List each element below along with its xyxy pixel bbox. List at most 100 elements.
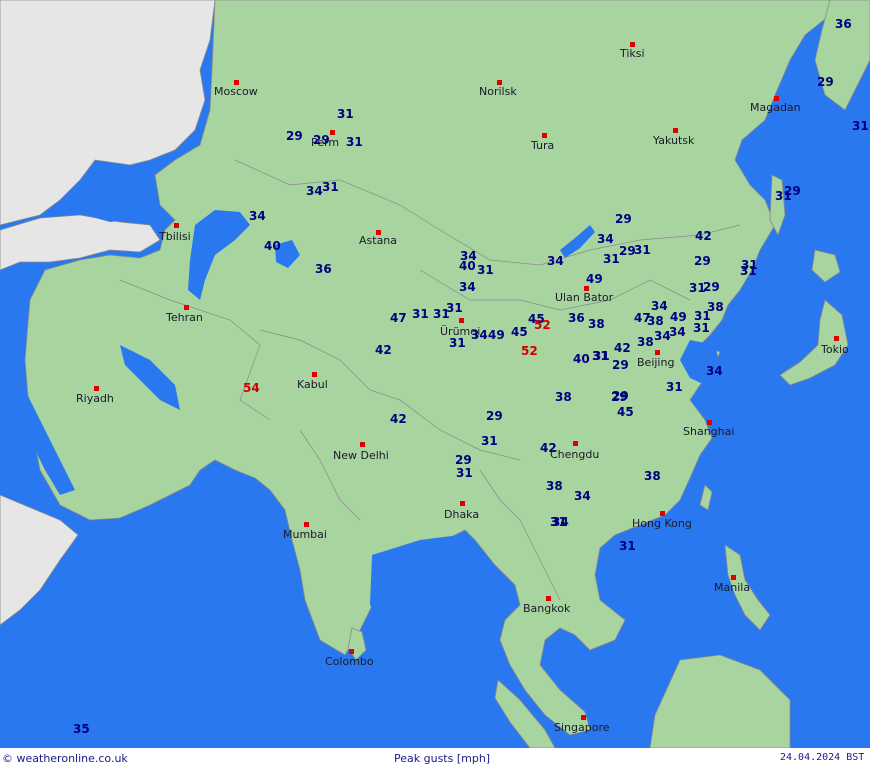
city-marker-dhaka (460, 501, 465, 506)
city-label-tokio: Tokio (820, 343, 849, 356)
credit-link[interactable]: © weatheronline.co.uk (2, 752, 128, 765)
gust-value: 31 (593, 349, 610, 363)
gust-value: 31 (481, 434, 498, 448)
gust-value: 29 (486, 409, 503, 423)
city-label-dhaka: Dhaka (444, 508, 479, 521)
city-marker-bangkok (546, 596, 551, 601)
asia-weather-map: Moscow NorilskTiksiMagadanPerm Tura Yakutsk… (0, 0, 870, 748)
gust-value: 29 (611, 390, 628, 404)
gust-value: 35 (73, 722, 90, 736)
gust-value: 31 (337, 107, 354, 121)
gust-value: 34 (471, 328, 488, 342)
gust-value: 34 (651, 299, 668, 313)
city-label-yakutsk: Yakutsk (652, 134, 695, 147)
gust-value: 29 (286, 129, 303, 143)
gust-value: 34 (574, 489, 591, 503)
gust-value: 34 (669, 325, 686, 339)
gust-value: 38 (588, 317, 605, 331)
map-title: Peak gusts [mph] (394, 752, 491, 765)
city-marker-manila (731, 575, 736, 580)
gust-value: 31 (634, 243, 651, 257)
city-label-riyadh: Riyadh (76, 392, 114, 405)
gust-value: 29 (703, 280, 720, 294)
gust-value: 47 (390, 311, 407, 325)
gust-value: 29 (313, 133, 330, 147)
gust-value: 42 (540, 441, 557, 455)
gust-value: 31 (477, 263, 494, 277)
city-marker-tehran (184, 305, 189, 310)
city-marker-colombo (349, 649, 354, 654)
gust-value: 29 (455, 453, 472, 467)
gust-value: 31 (666, 380, 683, 394)
gust-value: 29 (615, 212, 632, 226)
gust-value: 49 (586, 272, 603, 286)
city-label-norilsk: Norilsk (479, 85, 517, 98)
gust-value: 36 (568, 311, 585, 325)
city-marker-tokio (834, 336, 839, 341)
gust-value: 31 (619, 539, 636, 553)
city-label-hongkong: Hong Kong (632, 517, 692, 530)
city-marker-hongkong (660, 511, 665, 516)
city-marker-chengdu (573, 441, 578, 446)
gust-value: 40 (573, 352, 590, 366)
city-label-ulanbator: Ulan Bator (555, 291, 614, 304)
gust-value: 29 (817, 75, 834, 89)
gust-value: 31 (412, 307, 429, 321)
city-label-mumbai: Mumbai (283, 528, 327, 541)
gust-value: 31 (852, 119, 869, 133)
gust-value: 36 (315, 262, 332, 276)
gust-value: 31 (603, 252, 620, 266)
city-label-chengdu: Chengdu (550, 448, 599, 461)
gust-value: 29 (612, 358, 629, 372)
city-marker-perm (330, 130, 335, 135)
gust-value: 29 (694, 254, 711, 268)
gust-value: 42 (375, 343, 392, 357)
gust-value: 40 (264, 239, 281, 253)
gust-value: 34 (706, 364, 723, 378)
gust-value: 31 (322, 180, 339, 194)
city-marker-riyadh (94, 386, 99, 391)
city-marker-yakutsk (673, 128, 678, 133)
city-marker-rmqi (459, 318, 464, 323)
city-marker-tbilisi (174, 223, 179, 228)
gust-value: 38 (637, 335, 654, 349)
gust-value: 49 (488, 328, 505, 342)
gust-value: 31 (346, 135, 363, 149)
gust-value: 42 (695, 229, 712, 243)
city-marker-newdelhi (360, 442, 365, 447)
city-label-tiksi: Tiksi (619, 47, 645, 60)
gust-value: 38 (644, 469, 661, 483)
gust-value: 45 (617, 405, 634, 419)
gust-value: 52 (534, 318, 551, 332)
city-label-singapore: Singapore (554, 721, 610, 734)
city-marker-tura (542, 133, 547, 138)
gust-value: 34 (552, 515, 569, 529)
gust-value: 34 (306, 184, 323, 198)
city-label-bangkok: Bangkok (523, 602, 571, 615)
gust-value: 31 (446, 301, 463, 315)
gust-value: 31 (456, 466, 473, 480)
map-date: 24.04.2024 BST (780, 752, 865, 763)
gust-value: 31 (449, 336, 466, 350)
gust-value: 31 (775, 189, 792, 203)
city-label-colombo: Colombo (325, 655, 374, 668)
gust-value: 38 (546, 479, 563, 493)
city-label-moscow: Moscow (214, 85, 258, 98)
gust-value: 42 (390, 412, 407, 426)
gust-value: 38 (647, 314, 664, 328)
city-label-newdelhi: New Delhi (333, 449, 389, 462)
city-marker-singapore (581, 715, 586, 720)
gust-value: 54 (243, 381, 260, 395)
gust-value: 31 (693, 321, 710, 335)
city-label-beijing: Beijing (637, 356, 674, 369)
gust-value: 40 (459, 259, 476, 273)
gust-value: 38 (555, 390, 572, 404)
gust-value: 49 (670, 310, 687, 324)
city-marker-beijing (655, 350, 660, 355)
gust-value: 36 (835, 17, 852, 31)
gust-value: 31 (740, 264, 757, 278)
city-marker-mumbai (304, 522, 309, 527)
city-label-magadan: Magadan (750, 101, 801, 114)
city-label-kabul: Kabul (297, 378, 328, 391)
gust-value: 34 (547, 254, 564, 268)
